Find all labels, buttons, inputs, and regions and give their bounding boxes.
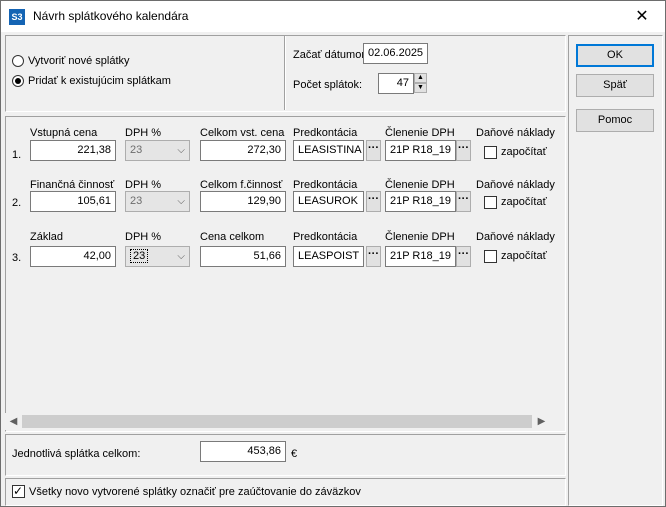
vat-select[interactable]: 23 ⌵ [125,140,190,161]
row-number: 3. [12,252,22,264]
radio-create-new-label[interactable]: Vytvoriť nové splátky [28,55,130,67]
total-input[interactable]: 272,30 [200,140,286,161]
vatsplit-label: Členenie DPH [385,179,455,191]
buttons-panel [568,35,663,506]
vat-value: 23 [130,195,143,207]
app-icon: S3 [9,9,25,25]
count-spinner[interactable]: ▲ ▼ [414,73,427,94]
spin-up-icon[interactable]: ▲ [414,73,427,83]
total-label: Celkom vst. cena [200,127,285,139]
back-button[interactable]: Späť [576,74,654,97]
vatsplit-label: Členenie DPH [385,127,455,139]
amount-input[interactable]: 221,38 [30,140,116,161]
vatsplit-input[interactable]: 21P R18_19 [385,140,456,161]
close-button[interactable]: ✕ [619,1,665,32]
dialog-window: S3 Návrh splátkového kalendára ✕ Vytvori… [0,0,666,507]
chevron-down-icon: ⌵ [177,145,185,156]
total-label: Celkom f.činnosť [200,179,283,191]
horizontal-scrollbar[interactable]: ◀ ▶ [5,413,550,430]
amount-label: Základ [30,231,64,243]
tax-checkbox[interactable] [484,196,497,209]
tax-checkbox-label[interactable]: započítať [501,250,547,262]
mark-all-label[interactable]: Všetky novo vytvorené splátky označiť pr… [29,486,361,498]
total-input[interactable]: 129,90 [200,191,286,212]
vat-value: 23 [130,144,143,156]
help-button[interactable]: Pomoc [576,109,654,132]
vat-value: 23 [130,249,149,263]
radio-add-existing[interactable] [12,75,24,87]
row-number: 1. [12,149,22,161]
precont-label: Predkontácia [293,231,358,243]
amount-input[interactable]: 42,00 [30,246,116,267]
vatsplit-input[interactable]: 21P R18_19 [385,191,456,212]
window-title: Návrh splátkového kalendára [33,9,189,23]
vatsplit-browse-button[interactable]: ··· [456,140,471,161]
vatsplit-label: Členenie DPH [385,231,455,243]
chevron-down-icon: ⌵ [177,196,185,207]
currency-label: € [291,448,298,460]
scroll-right-icon[interactable]: ▶ [533,413,550,430]
precont-input[interactable]: LEASISTINA [293,140,364,161]
total-label: Cena celkom [200,231,265,243]
summary-value: 453,86 [200,441,286,462]
vat-select[interactable]: 23 ⌵ [125,191,190,212]
scroll-left-icon[interactable]: ◀ [5,413,22,430]
tax-checkbox-label[interactable]: započítať [501,196,547,208]
tax-checkbox-label[interactable]: započítať [501,146,547,158]
mark-all-checkbox[interactable] [12,483,25,499]
rows-panel [5,116,566,432]
precont-input[interactable]: LEASPOIST [293,246,364,267]
precont-browse-button[interactable]: ··· [366,246,381,267]
vatsplit-browse-button[interactable]: ··· [456,246,471,267]
title-bar: S3 Návrh splátkového kalendára ✕ [1,1,665,32]
start-date-input[interactable]: 02.06.2025 [363,43,428,64]
vatsplit-browse-button[interactable]: ··· [456,191,471,212]
vat-label: DPH % [125,127,162,139]
vat-select[interactable]: 23 ⌵ [125,246,190,267]
radio-create-new[interactable] [12,55,24,67]
scroll-thumb[interactable] [22,415,532,428]
precont-label: Predkontácia [293,179,358,191]
tax-label: Daňové náklady [476,127,555,139]
count-input[interactable]: 47 [378,73,414,94]
ok-button[interactable]: OK [576,44,654,67]
amount-input[interactable]: 105,61 [30,191,116,212]
row-number: 2. [12,197,22,209]
radio-add-existing-label[interactable]: Pridať k existujúcim splátkam [28,75,171,87]
count-label: Počet splátok: [293,79,363,91]
amount-label: Vstupná cena [30,127,98,139]
vatsplit-input[interactable]: 21P R18_19 [385,246,456,267]
precont-label: Predkontácia [293,127,358,139]
precont-input[interactable]: LEASUROK [293,191,364,212]
precont-browse-button[interactable]: ··· [366,140,381,161]
vat-label: DPH % [125,231,162,243]
spin-down-icon[interactable]: ▼ [414,83,427,93]
tax-label: Daňové náklady [476,231,555,243]
summary-label: Jednotlivá splátka celkom: [12,448,141,460]
start-date-label: Začať dátumom [293,49,371,61]
vat-label: DPH % [125,179,162,191]
total-input[interactable]: 51,66 [200,246,286,267]
amount-label: Finančná činnosť [30,179,115,191]
precont-browse-button[interactable]: ··· [366,191,381,212]
chevron-down-icon: ⌵ [177,251,185,262]
tax-checkbox[interactable] [484,250,497,263]
tax-checkbox[interactable] [484,146,497,159]
tax-label: Daňové náklady [476,179,555,191]
divider [284,36,286,110]
